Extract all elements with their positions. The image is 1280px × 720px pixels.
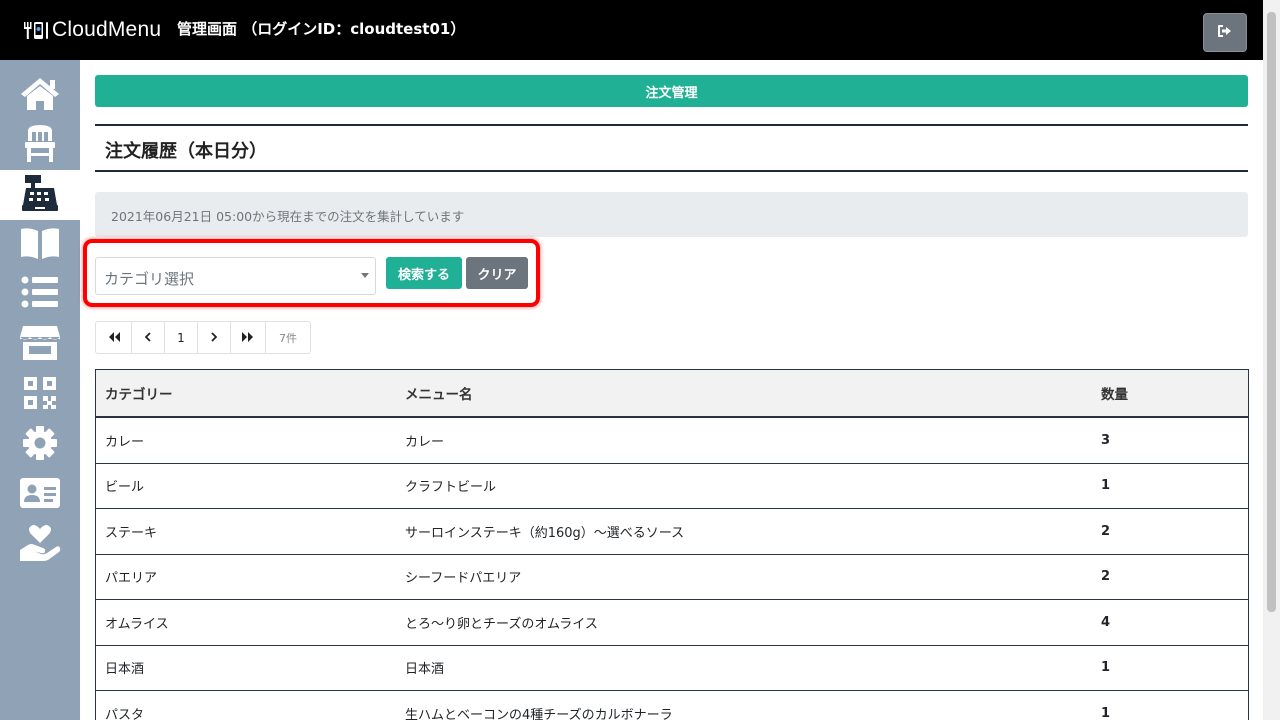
cell-quantity: 1: [1101, 478, 1111, 494]
cutlery-phone-icon: [22, 19, 50, 41]
record-count: 7件: [279, 331, 297, 345]
table-row: 日本酒 日本酒 1: [96, 646, 1248, 691]
sidebar-item-menu-book[interactable]: [0, 221, 80, 269]
hand-holding-heart-icon: [19, 524, 61, 566]
sidebar-item-qrcode[interactable]: [0, 371, 80, 419]
page-title: 注文履歴（本日分）: [105, 141, 267, 162]
cell-category: パスタ: [105, 707, 145, 720]
chevron-down-icon: [361, 273, 369, 278]
page-number-current[interactable]: 1: [165, 322, 198, 353]
cell-quantity: 2: [1101, 523, 1111, 539]
angle-left-icon: [144, 331, 151, 345]
cell-menu-name: サーロインステーキ（約160g）～選べるソース: [405, 525, 685, 541]
cash-register-icon: [21, 174, 59, 216]
page-prev-button[interactable]: [132, 322, 165, 353]
cell-menu-name: クラフトビール: [405, 480, 497, 496]
category-select[interactable]: カテゴリ選択: [95, 257, 376, 295]
order-management-banner: 注文管理: [95, 75, 1248, 107]
angle-double-right-icon: [242, 331, 254, 345]
cell-menu-name: とろ～り卵とチーズのオムライス: [405, 616, 598, 632]
sign-out-icon: [1217, 23, 1233, 42]
cell-menu-name: シーフードパエリア: [405, 571, 522, 587]
info-alert: 2021年06月21日 05:00から現在までの注文を集計しています: [95, 192, 1248, 237]
cell-category: パエリア: [105, 571, 158, 587]
home-icon: [19, 76, 61, 116]
sidebar-item-profile[interactable]: [0, 471, 80, 519]
angle-double-left-icon: [108, 331, 120, 345]
section-header: 注文履歴（本日分）: [95, 124, 1248, 172]
header-menu-name: メニュー名: [405, 387, 473, 403]
pagination: 1 7件: [95, 321, 311, 354]
angle-right-icon: [211, 331, 218, 345]
cell-menu-name: 生ハムとベーコンの4種チーズのカルボナーラ: [405, 707, 673, 720]
cell-category: カレー: [105, 434, 145, 450]
top-header: CloudMenu 管理画面 （ログインID：cloudtest01）: [0, 0, 1280, 60]
sidebar-item-register[interactable]: [0, 170, 80, 220]
sidebar-item-store[interactable]: [0, 321, 80, 369]
sidebar-item-home[interactable]: [0, 72, 80, 120]
book-open-icon: [19, 226, 61, 264]
sidebar-item-settings[interactable]: [0, 421, 80, 469]
logout-button[interactable]: [1203, 13, 1247, 52]
cell-category: オムライス: [105, 616, 169, 632]
header-quantity: 数量: [1101, 387, 1128, 403]
table-row: ステーキ サーロインステーキ（約160g）～選べるソース 2: [96, 509, 1248, 555]
sidebar-item-list[interactable]: [0, 270, 80, 318]
cell-menu-name: 日本酒: [405, 662, 445, 678]
cell-category: ステーキ: [105, 525, 158, 541]
cell-menu-name: カレー: [405, 434, 445, 450]
cell-category: 日本酒: [105, 662, 145, 678]
list-icon: [21, 276, 59, 312]
brand-name: CloudMenu: [52, 18, 162, 41]
cell-quantity: 4: [1101, 614, 1111, 630]
cell-quantity: 2: [1101, 569, 1111, 585]
table-row: パスタ 生ハムとベーコンの4種チーズのカルボナーラ 1: [96, 691, 1248, 720]
sidebar: [0, 60, 80, 720]
page-first-button[interactable]: [96, 322, 132, 353]
brand[interactable]: CloudMenu: [22, 14, 161, 46]
cell-quantity: 1: [1101, 660, 1111, 676]
gear-icon: [22, 425, 58, 465]
chair-icon: [23, 123, 57, 167]
scrollbar-thumb[interactable]: [1267, 12, 1276, 612]
page-next-button[interactable]: [198, 322, 231, 353]
qrcode-icon: [23, 376, 57, 414]
table-row: オムライス とろ～り卵とチーズのオムライス 4: [96, 600, 1248, 646]
table-row: ビール クラフトビール 1: [96, 464, 1248, 509]
page-last-button[interactable]: [231, 322, 266, 353]
clear-button[interactable]: クリア: [466, 257, 528, 289]
id-card-icon: [19, 477, 61, 513]
page-scrollbar[interactable]: [1263, 0, 1280, 720]
sidebar-item-support[interactable]: [0, 521, 80, 569]
search-button[interactable]: 検索する: [386, 257, 462, 289]
table-row: カレー カレー 3: [96, 418, 1248, 464]
order-history-table: カテゴリー メニュー名 数量 カレー カレー 3 ビール クラフトビール 1 ス…: [95, 369, 1249, 720]
sidebar-item-seats[interactable]: [0, 121, 80, 169]
store-icon: [19, 325, 61, 365]
cell-quantity: 3: [1101, 432, 1111, 448]
table-header: カテゴリー メニュー名 数量: [96, 370, 1248, 418]
table-row: パエリア シーフードパエリア 2: [96, 555, 1248, 600]
cell-quantity: 1: [1101, 705, 1111, 720]
cell-category: ビール: [105, 480, 145, 496]
header-category: カテゴリー: [105, 387, 173, 403]
header-title: 管理画面 （ログインID：cloudtest01）: [177, 20, 466, 38]
